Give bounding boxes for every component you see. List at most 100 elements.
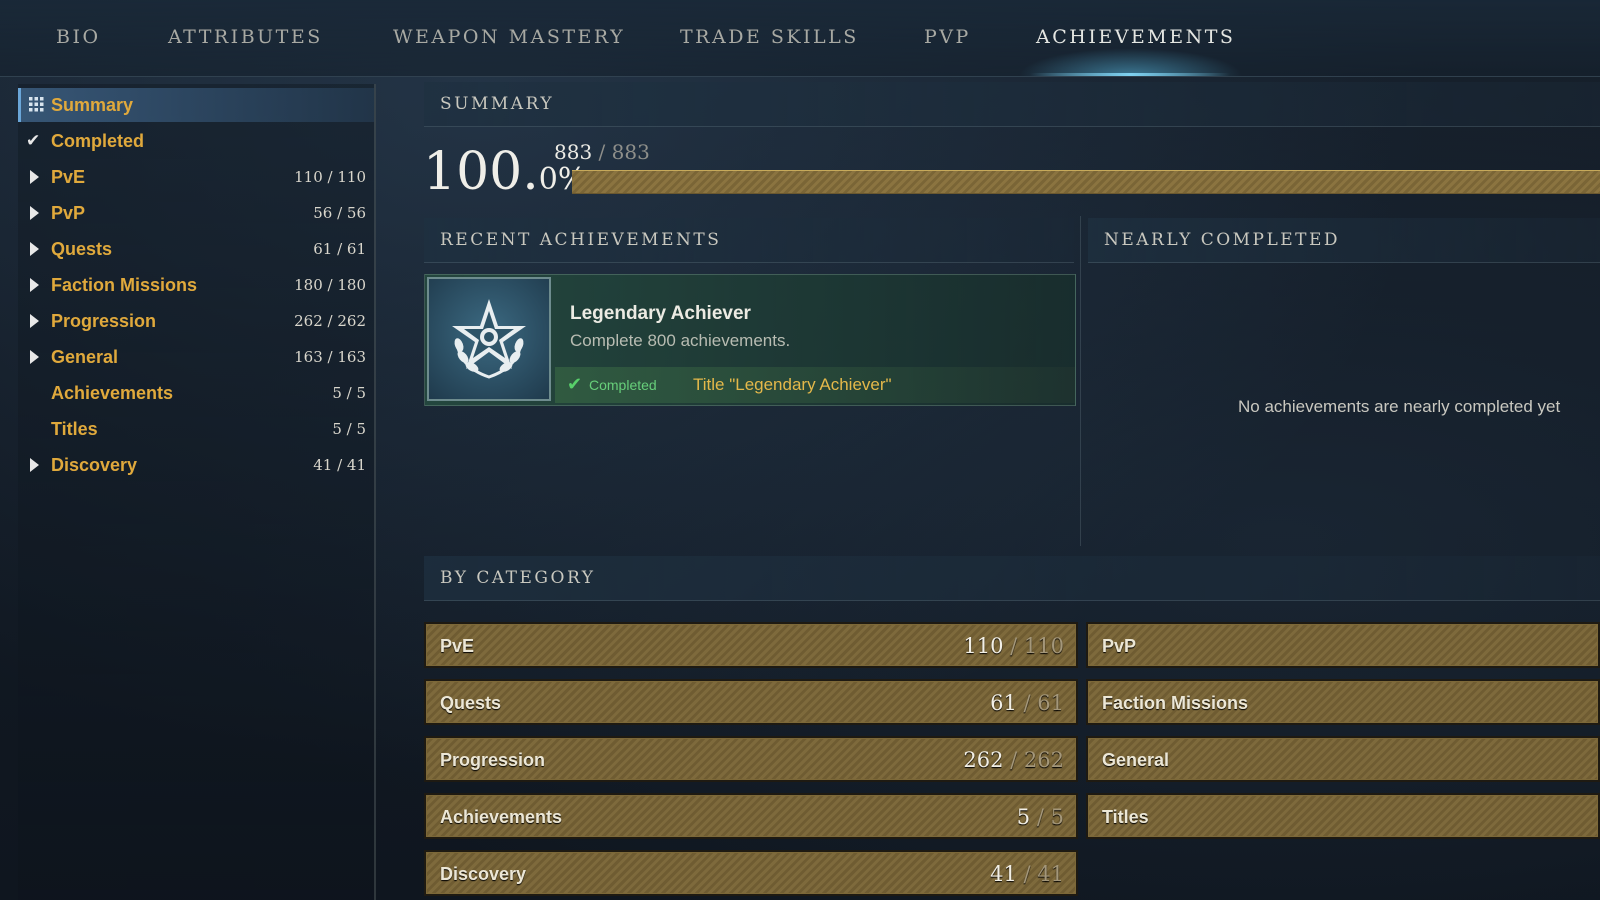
sidebar-item-pvp[interactable]: PvP 56 / 56 [18, 196, 374, 230]
sidebar: Summary ✔ Completed PvE 110 / 110 PvP 56… [18, 84, 376, 900]
category-label: PvP [1102, 636, 1137, 656]
tab-trade-skills[interactable]: TRADE SKILLS [680, 26, 859, 56]
sidebar-item-label: Achievements [51, 383, 174, 403]
category-bar-general[interactable]: General [1086, 736, 1600, 782]
sidebar-item-discovery[interactable]: Discovery 41 / 41 [18, 448, 374, 482]
category-bar-progression[interactable]: Progression 262 / 262 [424, 736, 1078, 782]
by-category-header-label: BY CATEGORY [440, 568, 596, 588]
category-bar-pve[interactable]: PvE 110 / 110 [424, 622, 1078, 668]
category-total-separator: / [1023, 862, 1031, 886]
triangle-right-icon [30, 278, 39, 292]
category-label: Achievements [440, 807, 563, 827]
recent-achievements-header-label: RECENT ACHIEVEMENTS [440, 230, 722, 250]
triangle-right-icon [30, 350, 39, 364]
sidebar-item-progression[interactable]: Progression 262 / 262 [18, 304, 374, 338]
sidebar-item-label: PvE [51, 167, 86, 187]
sidebar-item-label: Progression [51, 311, 157, 331]
summary-header: SUMMARY [424, 82, 1600, 127]
sidebar-item-summary[interactable]: Summary [18, 88, 374, 122]
sidebar-item-count: 41 / 41 [313, 456, 366, 474]
summary-progress-bar [572, 170, 1600, 194]
category-total-separator: / [1010, 748, 1018, 772]
category-label: Faction Missions [1102, 693, 1249, 713]
nearly-completed-header: NEARLY COMPLETED [1088, 218, 1600, 263]
category-bar-achievements[interactable]: Achievements 5 / 5 [424, 793, 1078, 839]
summary-percent-main: 100. [423, 142, 539, 202]
nearly-completed-header-label: NEARLY COMPLETED [1104, 230, 1341, 250]
sidebar-item-label: Summary [51, 95, 134, 115]
tab-attributes[interactable]: ATTRIBUTES [168, 26, 323, 56]
sidebar-item-label: Completed [51, 131, 145, 151]
category-label: PvE [440, 636, 475, 656]
summary-header-label: SUMMARY [440, 94, 555, 114]
sidebar-item-count: 61 / 61 [313, 240, 366, 258]
sidebar-item-label: Discovery [51, 455, 138, 475]
sidebar-item-completed[interactable]: ✔ Completed [18, 124, 374, 158]
category-bar-pvp[interactable]: PvP [1086, 622, 1600, 668]
achievement-title: Legendary Achiever [570, 303, 751, 324]
star-laurel-emblem-icon [427, 277, 551, 401]
top-nav: BIO ATTRIBUTES WEAPON MASTERY TRADE SKIL… [0, 0, 1600, 77]
sidebar-item-quests[interactable]: Quests 61 / 61 [18, 232, 374, 266]
sidebar-item-general[interactable]: General 163 / 163 [18, 340, 374, 374]
category-label: Discovery [440, 864, 527, 884]
sidebar-item-count: 180 / 180 [294, 276, 366, 294]
sidebar-item-label: Faction Missions [51, 275, 198, 295]
achievement-card[interactable]: Legendary Achiever Complete 800 achievem… [424, 274, 1076, 406]
sidebar-item-label: PvP [51, 203, 86, 223]
by-category-header: BY CATEGORY [424, 556, 1600, 601]
category-total: 262 [1023, 748, 1064, 772]
category-total: 110 [1023, 634, 1064, 658]
sidebar-item-count: 5 / 5 [332, 420, 366, 438]
category-current: 61 [990, 691, 1017, 715]
sidebar-item-count: 5 / 5 [332, 384, 366, 402]
category-total-separator: / [1023, 691, 1031, 715]
summary-separator: / [598, 140, 606, 164]
category-count: 61 / 61 [990, 691, 1064, 715]
category-bar-titles[interactable]: Titles [1086, 793, 1600, 839]
summary-count: 883 / 883 [554, 140, 650, 164]
category-bar-discovery[interactable]: Discovery 41 / 41 [424, 850, 1078, 896]
category-total-separator: / [1036, 805, 1044, 829]
sidebar-item-pve[interactable]: PvE 110 / 110 [18, 160, 374, 194]
category-count: 110 / 110 [963, 634, 1064, 658]
category-label: Progression [440, 750, 546, 770]
nearly-completed-empty-text: No achievements are nearly completed yet [1238, 397, 1561, 416]
achievement-footer: ✔ Completed Title "Legendary Achiever" [555, 367, 1075, 403]
category-count: 41 / 41 [990, 862, 1064, 886]
tab-bio[interactable]: BIO [56, 26, 101, 56]
category-current: 110 [963, 634, 1004, 658]
sidebar-item-count: 110 / 110 [294, 168, 366, 186]
grid-icon [29, 95, 45, 115]
category-count: 5 / 5 [1017, 805, 1064, 829]
column-divider [1080, 216, 1081, 546]
check-icon: ✔ [26, 131, 41, 150]
sidebar-item-label: General [51, 347, 119, 367]
tab-pvp[interactable]: PVP [924, 26, 971, 56]
category-bar-quests[interactable]: Quests 61 / 61 [424, 679, 1078, 725]
sidebar-item-faction-missions[interactable]: Faction Missions 180 / 180 [18, 268, 374, 302]
sidebar-item-titles[interactable]: Titles 5 / 5 [18, 412, 374, 446]
category-current: 41 [990, 862, 1017, 886]
achievement-description: Complete 800 achievements. [570, 331, 791, 350]
category-current: 5 [1016, 805, 1031, 829]
sidebar-item-achievements[interactable]: Achievements 5 / 5 [18, 376, 374, 410]
recent-achievements-header: RECENT ACHIEVEMENTS [424, 218, 1074, 263]
summary-total: 883 [611, 140, 650, 164]
category-label: General [1102, 750, 1170, 770]
tab-weapon-mastery[interactable]: WEAPON MASTERY [393, 26, 625, 56]
sidebar-item-label: Titles [51, 419, 98, 439]
summary-completed: 883 [554, 140, 593, 164]
category-label: Quests [440, 693, 502, 713]
tab-achievements[interactable]: ACHIEVEMENTS [1036, 26, 1235, 56]
category-total: 61 [1037, 691, 1064, 715]
sidebar-item-count: 56 / 56 [313, 204, 366, 222]
sidebar-item-count: 163 / 163 [294, 348, 366, 366]
category-total: 41 [1037, 862, 1064, 886]
active-tab-underline [1030, 73, 1230, 76]
triangle-right-icon [30, 242, 39, 256]
sidebar-item-count: 262 / 262 [294, 312, 366, 330]
category-bar-faction-missions[interactable]: Faction Missions [1086, 679, 1600, 725]
sidebar-item-label: Quests [51, 239, 113, 259]
triangle-right-icon [30, 170, 39, 184]
